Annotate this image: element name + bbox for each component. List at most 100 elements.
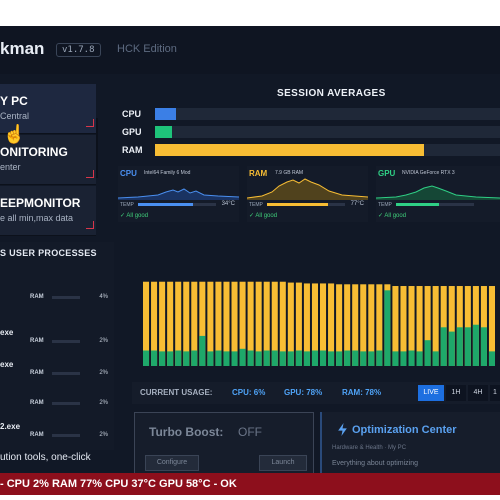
ram-bar	[52, 340, 80, 343]
gpu-usage-value: GPU: 78%	[284, 388, 323, 397]
process-name: exe	[0, 360, 14, 369]
tools-description: ution tools, one-click	[0, 452, 91, 463]
gpu-history-bar	[328, 351, 335, 366]
mini-card-gpu[interactable]: GPU NVIDIA GeForce RTX 3 TEMP ✓ All good	[376, 166, 500, 222]
avg-label: GPU	[122, 127, 142, 137]
process-row[interactable]: exe RAM 2%	[0, 358, 112, 378]
ram-percent: 2%	[99, 400, 108, 406]
process-name: exe	[0, 328, 14, 337]
temp-label: TEMP	[120, 202, 134, 208]
process-row[interactable]: 2.exe RAM 2%	[0, 420, 112, 440]
ram-usage-value: RAM: 78%	[342, 388, 382, 397]
main-panel: SESSION AVERAGES CPU GPU RAM CPU Intel64…	[114, 82, 500, 473]
range-1-button[interactable]: 1	[490, 385, 500, 401]
usage-history-chart	[143, 281, 495, 366]
pointer-cursor-icon: ☝	[3, 124, 26, 144]
sidebar: Y PC Central ONITORING enter EEPMONITOR …	[0, 84, 96, 236]
process-name: 2.exe	[0, 422, 21, 431]
status-ok: ✓ All good	[378, 213, 407, 219]
gpu-history-bar	[159, 351, 166, 366]
ram-label: RAM	[30, 400, 44, 406]
temp-track	[267, 203, 345, 206]
gpu-history-bar	[167, 351, 174, 366]
optimization-center-card[interactable]: Optimization Center Hardware & Health · …	[320, 412, 500, 473]
avg-fill	[155, 144, 425, 156]
mini-card-cpu[interactable]: CPU Intel64 Family 6 Mod TEMP 34°C ✓ All…	[118, 166, 239, 222]
gpu-history-bar	[368, 351, 375, 366]
mini-card-ram[interactable]: RAM 7.9 GB RAM TEMP 77°C ✓ All good	[247, 166, 368, 222]
processes-panel: S USER PROCESSES RAM 4% exe RAM 2% exe R…	[0, 242, 114, 450]
cpu-sparkline	[118, 188, 239, 200]
gpu-history-bar	[440, 327, 447, 366]
gpu-history-bar	[416, 351, 423, 366]
optimization-description: Everything about optimizing	[332, 460, 418, 467]
corner-mark-icon	[86, 221, 94, 229]
gpu-history-bar	[376, 350, 383, 366]
gpu-history-bar	[295, 350, 302, 366]
sidebar-item-sleepmonitor[interactable]: EEPMONITOR e all min,max data	[0, 186, 96, 236]
app-window: kman v1.7.8 HCK Edition Y PC Central ONI…	[0, 26, 500, 473]
current-usage-bar: CURRENT USAGE: CPU: 6% GPU: 78% RAM: 78%…	[132, 382, 500, 404]
gpu-history-bar	[231, 351, 238, 366]
sidebar-item-subtitle: e all min,max data	[0, 213, 74, 223]
gpu-history-bar	[271, 350, 278, 366]
ram-sparkline	[247, 178, 368, 200]
ram-label: RAM	[30, 338, 44, 344]
temp-label: TEMP	[378, 202, 392, 208]
avg-track	[155, 126, 500, 138]
sidebar-item-title: ONITORING	[0, 145, 68, 159]
lightning-icon	[338, 423, 347, 436]
sidebar-item-title: Y PC	[0, 94, 28, 108]
gpu-history-bar	[263, 350, 270, 366]
range-live-button[interactable]: LIVE	[418, 385, 444, 401]
ram-bar	[52, 372, 80, 375]
avg-row-gpu: GPU	[122, 126, 500, 140]
gpu-history-bar	[151, 350, 158, 366]
configure-button[interactable]: Configure	[145, 455, 199, 471]
gpu-history-bar	[488, 351, 495, 366]
gpu-history-bar	[320, 350, 327, 366]
ram-percent: 2%	[99, 432, 108, 438]
ram-percent: 4%	[99, 294, 108, 300]
optimization-center-title: Optimization Center	[352, 424, 457, 436]
status-bar: - CPU 2% RAM 77% CPU 37°C GPU 58°C - OK	[0, 473, 500, 495]
gpu-history-bar	[247, 350, 254, 366]
status-ok: ✓ All good	[120, 213, 149, 219]
gpu-history-bar	[344, 350, 351, 366]
current-usage-label: CURRENT USAGE:	[140, 388, 213, 397]
gpu-history-bar	[199, 335, 206, 366]
process-row[interactable]: RAM 2%	[0, 388, 112, 408]
gpu-history-bar	[424, 340, 431, 366]
temp-fill	[396, 203, 439, 206]
gpu-history-bar	[400, 351, 407, 366]
range-1h-button[interactable]: 1H	[446, 385, 466, 401]
sidebar-item-subtitle: Central	[0, 111, 30, 121]
session-averages-title: SESSION AVERAGES	[277, 88, 386, 99]
ram-label: RAM	[30, 370, 44, 376]
processes-header: S USER PROCESSES	[0, 248, 97, 258]
range-4h-button[interactable]: 4H	[468, 385, 488, 401]
gpu-history-bar	[175, 350, 182, 366]
avg-track	[155, 108, 500, 120]
gpu-history-bar	[207, 351, 214, 366]
gpu-history-bar	[352, 350, 359, 366]
gpu-history-bar	[448, 331, 455, 366]
temp-fill	[267, 203, 328, 206]
temp-label: TEMP	[249, 202, 263, 208]
process-row[interactable]: RAM 4%	[0, 282, 112, 302]
avg-track	[155, 144, 500, 156]
gpu-history-bar	[392, 351, 399, 366]
temp-value: 77°C	[350, 201, 364, 207]
turbo-boost-title: Turbo Boost:	[149, 425, 224, 439]
ram-percent: 2%	[99, 370, 108, 376]
gpu-history-bar	[143, 350, 150, 366]
avg-row-ram: RAM	[122, 144, 500, 158]
gpu-history-bar	[311, 350, 318, 366]
gpu-history-bar	[287, 351, 294, 366]
gpu-history-bar	[360, 351, 367, 366]
process-row[interactable]: exe RAM 2%	[0, 326, 112, 346]
launch-button[interactable]: Launch	[259, 455, 307, 471]
temp-value: 34°C	[221, 201, 235, 207]
ram-percent: 2%	[99, 338, 108, 344]
gpu-history-bar	[464, 327, 471, 366]
